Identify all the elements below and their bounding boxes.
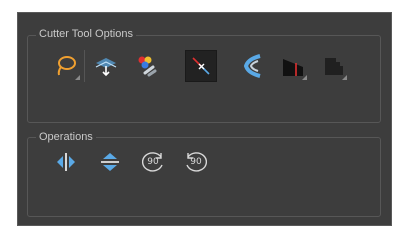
more-options-triangle bbox=[302, 75, 307, 80]
single-line-tool-icon bbox=[192, 57, 210, 75]
flip-vertical-icon bbox=[101, 153, 119, 171]
color-link-icon bbox=[138, 56, 157, 77]
cutter-tool-options-title: Cutter Tool Options bbox=[36, 28, 136, 41]
single-line-tool-button[interactable] bbox=[185, 50, 217, 82]
cutter-tool-properties-panel: Cutter Tool Options Operations 90 90 bbox=[17, 12, 392, 226]
contour-cut-icon bbox=[243, 54, 261, 78]
lasso-button[interactable] bbox=[50, 50, 82, 82]
use-mouse-gesture-icon bbox=[95, 58, 117, 77]
operations-title: Operations bbox=[36, 131, 96, 144]
rotate-90-cw-button[interactable]: 90 bbox=[139, 149, 167, 175]
contour-cut-button[interactable] bbox=[237, 50, 269, 82]
more-options-triangle bbox=[342, 75, 347, 80]
color-link-button[interactable] bbox=[130, 50, 162, 82]
tool-separator bbox=[84, 50, 85, 82]
rotate-cw-label: 90 bbox=[147, 157, 159, 167]
line-cut-button[interactable] bbox=[277, 50, 309, 82]
rotate-ccw-label: 90 bbox=[190, 157, 202, 167]
flip-vertical-button[interactable] bbox=[97, 149, 123, 175]
clip-mode-button[interactable] bbox=[317, 50, 349, 82]
flip-horizontal-button[interactable] bbox=[53, 149, 79, 175]
use-mouse-gesture-button[interactable] bbox=[90, 50, 122, 82]
more-options-triangle bbox=[75, 75, 80, 80]
flip-horizontal-icon bbox=[57, 153, 75, 171]
rotate-90-ccw-button[interactable]: 90 bbox=[182, 149, 210, 175]
